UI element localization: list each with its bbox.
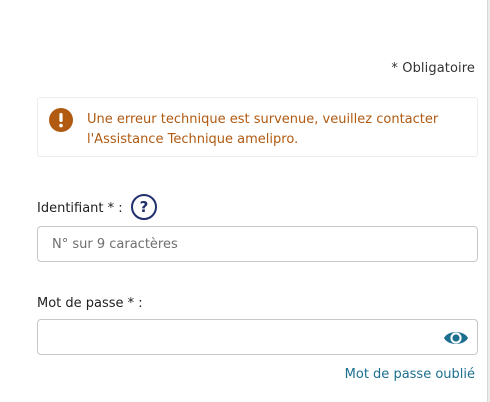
identifier-label: Identifiant * : <box>37 201 123 216</box>
error-alert: Une erreur technique est survenue, veuil… <box>37 97 478 157</box>
login-card: * Obligatoire Une erreur technique est s… <box>0 0 488 402</box>
identifier-field-wrapper <box>37 226 478 262</box>
password-field-wrapper <box>37 319 478 355</box>
forgot-password-link[interactable]: Mot de passe oublié <box>345 367 475 382</box>
eye-icon[interactable] <box>443 327 469 349</box>
error-message: Une erreur technique est survenue, veuil… <box>87 112 439 147</box>
exclamation-circle-icon <box>49 108 73 132</box>
identifier-help-button[interactable]: ? <box>131 194 157 220</box>
password-label: Mot de passe * : <box>37 296 143 311</box>
required-note: * Obligatoire <box>391 61 475 76</box>
identifier-input[interactable] <box>38 227 477 261</box>
password-input[interactable] <box>38 320 477 354</box>
